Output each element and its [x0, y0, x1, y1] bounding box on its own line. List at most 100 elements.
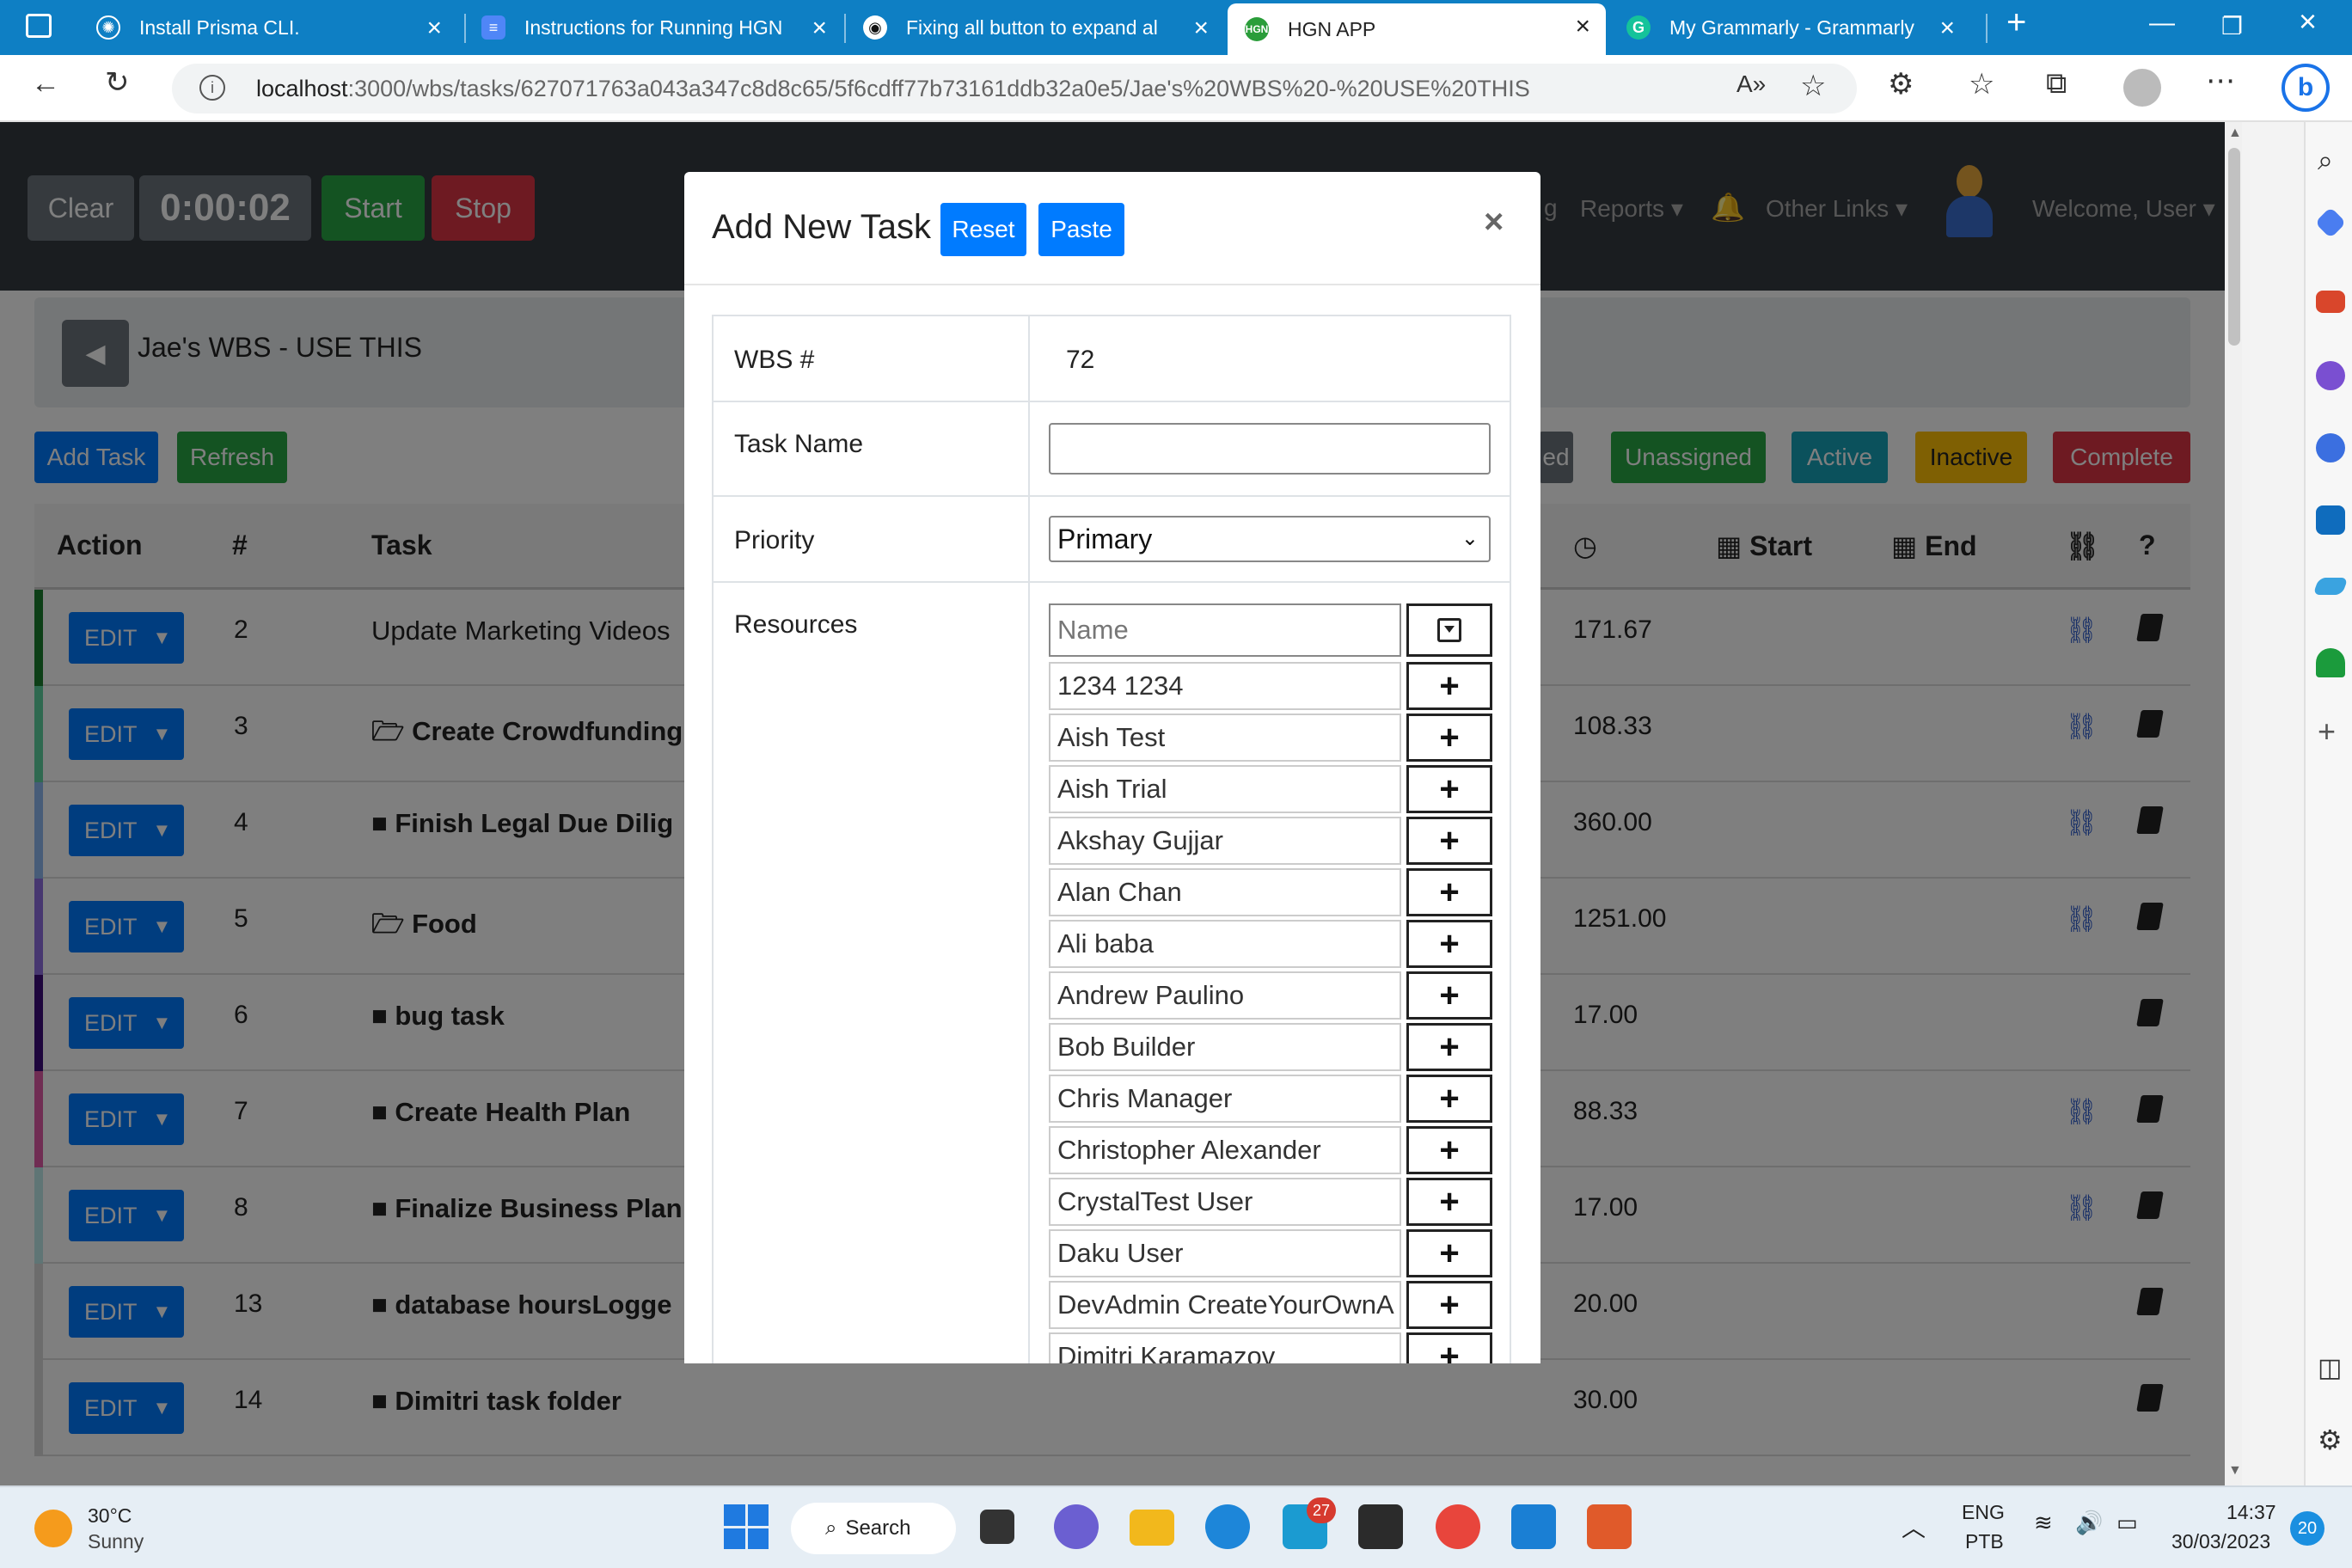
- favorites-icon[interactable]: ☆: [1969, 67, 1994, 101]
- resource-item: Dimitri Karamazov: [1049, 1332, 1401, 1363]
- resource-item: CrystalTest User: [1049, 1178, 1401, 1226]
- chrome-icon[interactable]: [1436, 1504, 1480, 1549]
- add-resource-button[interactable]: +: [1406, 1229, 1492, 1277]
- collections-icon[interactable]: ⧉: [2046, 67, 2067, 101]
- scroll-down-icon[interactable]: ▼: [2228, 1463, 2242, 1479]
- microsoft365-icon[interactable]: [2316, 433, 2345, 462]
- tab-github[interactable]: ◉ Fixing all button to expand al ×: [863, 5, 1224, 50]
- edge-icon[interactable]: [1205, 1504, 1250, 1549]
- modal-close-button[interactable]: ×: [1484, 203, 1504, 242]
- notifications-count[interactable]: 20: [2290, 1511, 2324, 1546]
- workspaces-icon[interactable]: [26, 14, 52, 38]
- plus-icon: +: [1439, 1337, 1460, 1364]
- file-explorer-icon[interactable]: [1130, 1510, 1174, 1546]
- reset-button[interactable]: Reset: [940, 203, 1026, 256]
- close-icon[interactable]: ×: [1575, 12, 1590, 41]
- back-icon[interactable]: ←: [31, 67, 60, 101]
- docs-icon: ≡: [481, 15, 505, 40]
- url-field[interactable]: i localhost:3000/wbs/tasks/627071763a043…: [172, 64, 1857, 113]
- search-icon[interactable]: ⌕: [2318, 144, 2333, 177]
- send-icon[interactable]: [2312, 578, 2349, 595]
- tools-icon[interactable]: [2316, 291, 2345, 313]
- openai-icon: ✺: [96, 15, 120, 40]
- task-form-table: WBS # 72 Task Name Priority Primary ⌄ Res…: [712, 315, 1511, 1363]
- extensions-icon[interactable]: ⚙: [1888, 67, 1914, 101]
- wbs-value: 72: [1066, 346, 1095, 374]
- outlook-icon[interactable]: [2316, 505, 2345, 535]
- add-resource-button[interactable]: +: [1406, 1023, 1492, 1071]
- task-name-input[interactable]: [1049, 423, 1491, 475]
- priority-select[interactable]: Primary ⌄: [1049, 516, 1491, 562]
- task-view-icon[interactable]: [980, 1510, 1014, 1544]
- resource-item: Aish Trial: [1049, 765, 1401, 813]
- close-window-icon[interactable]: ×: [2299, 3, 2317, 40]
- add-resource-button[interactable]: +: [1406, 662, 1492, 710]
- teams-chat-icon[interactable]: [1054, 1504, 1099, 1549]
- ubuntu-icon[interactable]: [1587, 1504, 1632, 1549]
- tab-instructions[interactable]: ≡ Instructions for Running HGN ×: [481, 5, 842, 50]
- shopping-tag-icon[interactable]: [2314, 206, 2347, 239]
- scroll-up-icon[interactable]: ▲: [2228, 126, 2242, 141]
- battery-icon[interactable]: ▭: [2116, 1510, 2138, 1536]
- lang-bottom[interactable]: PTB: [1965, 1530, 2004, 1553]
- address-bar-row: ← ↻ i localhost:3000/wbs/tasks/627071763…: [0, 55, 2352, 122]
- plus-icon: +: [1439, 924, 1460, 963]
- add-resource-button[interactable]: +: [1406, 817, 1492, 865]
- priority-label: Priority: [734, 526, 815, 554]
- taskbar-search[interactable]: ⌕ Search: [791, 1503, 956, 1554]
- add-resource-button[interactable]: +: [1406, 1126, 1492, 1174]
- minimize-icon[interactable]: —: [2149, 9, 2175, 38]
- settings-icon[interactable]: ⚙: [2318, 1424, 2343, 1456]
- add-resource-button[interactable]: +: [1406, 1281, 1492, 1329]
- resource-name-input[interactable]: Name: [1049, 603, 1401, 657]
- chevron-up-icon[interactable]: ︿: [1902, 1510, 1926, 1544]
- add-resource-button[interactable]: +: [1406, 714, 1492, 762]
- games-icon[interactable]: [2316, 361, 2345, 390]
- add-resource-button[interactable]: +: [1406, 765, 1492, 813]
- wbs-label: WBS #: [734, 346, 815, 374]
- resource-item: Christopher Alexander: [1049, 1126, 1401, 1174]
- read-aloud-icon[interactable]: A»: [1736, 70, 1766, 98]
- windows-taskbar: 30°C Sunny ⌕ Search 27 ︿ ENG PTB ≋ 🔊 ▭ 14…: [0, 1485, 2352, 1568]
- add-resource-button[interactable]: +: [1406, 868, 1492, 916]
- refresh-icon[interactable]: ↻: [105, 65, 130, 100]
- close-icon[interactable]: ×: [1193, 14, 1209, 43]
- resource-dropdown-button[interactable]: [1406, 603, 1492, 657]
- wifi-icon[interactable]: ≋: [2034, 1510, 2053, 1536]
- tab-grammarly[interactable]: G My Grammarly - Grammarly ×: [1609, 5, 1970, 50]
- scrollbar-thumb[interactable]: [2228, 148, 2240, 346]
- restore-icon[interactable]: ❐: [2221, 12, 2243, 40]
- close-icon[interactable]: ×: [426, 14, 442, 43]
- clock-date[interactable]: 30/03/2023: [2171, 1530, 2270, 1553]
- clock-time[interactable]: 14:37: [2226, 1501, 2276, 1524]
- new-tab-icon[interactable]: +: [2006, 3, 2026, 42]
- tab-hgn-app[interactable]: HGN HGN APP ×: [1228, 3, 1606, 55]
- weather-sun-icon[interactable]: [34, 1510, 72, 1547]
- sidebar-toggle-icon[interactable]: ◫: [2318, 1353, 2342, 1383]
- add-resource-button[interactable]: +: [1406, 1075, 1492, 1123]
- add-resource-button[interactable]: +: [1406, 920, 1492, 968]
- plus-icon: +: [1439, 1285, 1460, 1324]
- start-icon[interactable]: [724, 1504, 769, 1549]
- add-resource-button[interactable]: +: [1406, 1178, 1492, 1226]
- close-icon[interactable]: ×: [812, 14, 827, 43]
- paste-button[interactable]: Paste: [1038, 203, 1124, 256]
- search-label: Search: [845, 1516, 911, 1540]
- tab-prisma[interactable]: ✺ Install Prisma CLI. ×: [96, 5, 457, 50]
- more-icon[interactable]: ⋯: [2206, 64, 2235, 98]
- plus-icon: +: [1439, 1027, 1460, 1066]
- add-resource-button[interactable]: +: [1406, 1332, 1492, 1363]
- close-icon[interactable]: ×: [1939, 14, 1955, 43]
- bing-icon[interactable]: b: [2282, 64, 2330, 112]
- vscode-icon[interactable]: [1511, 1504, 1556, 1549]
- lang-top[interactable]: ENG: [1962, 1501, 2005, 1524]
- add-icon[interactable]: +: [2318, 714, 2336, 750]
- terminal-icon[interactable]: [1358, 1504, 1403, 1549]
- profile-avatar[interactable]: [2123, 69, 2161, 107]
- tree-icon[interactable]: [2316, 648, 2345, 677]
- search-icon: ⌕: [825, 1516, 837, 1540]
- info-icon[interactable]: i: [199, 75, 225, 101]
- add-favorite-icon[interactable]: ☆: [1800, 69, 1826, 103]
- add-resource-button[interactable]: +: [1406, 971, 1492, 1020]
- volume-icon[interactable]: 🔊: [2075, 1510, 2103, 1536]
